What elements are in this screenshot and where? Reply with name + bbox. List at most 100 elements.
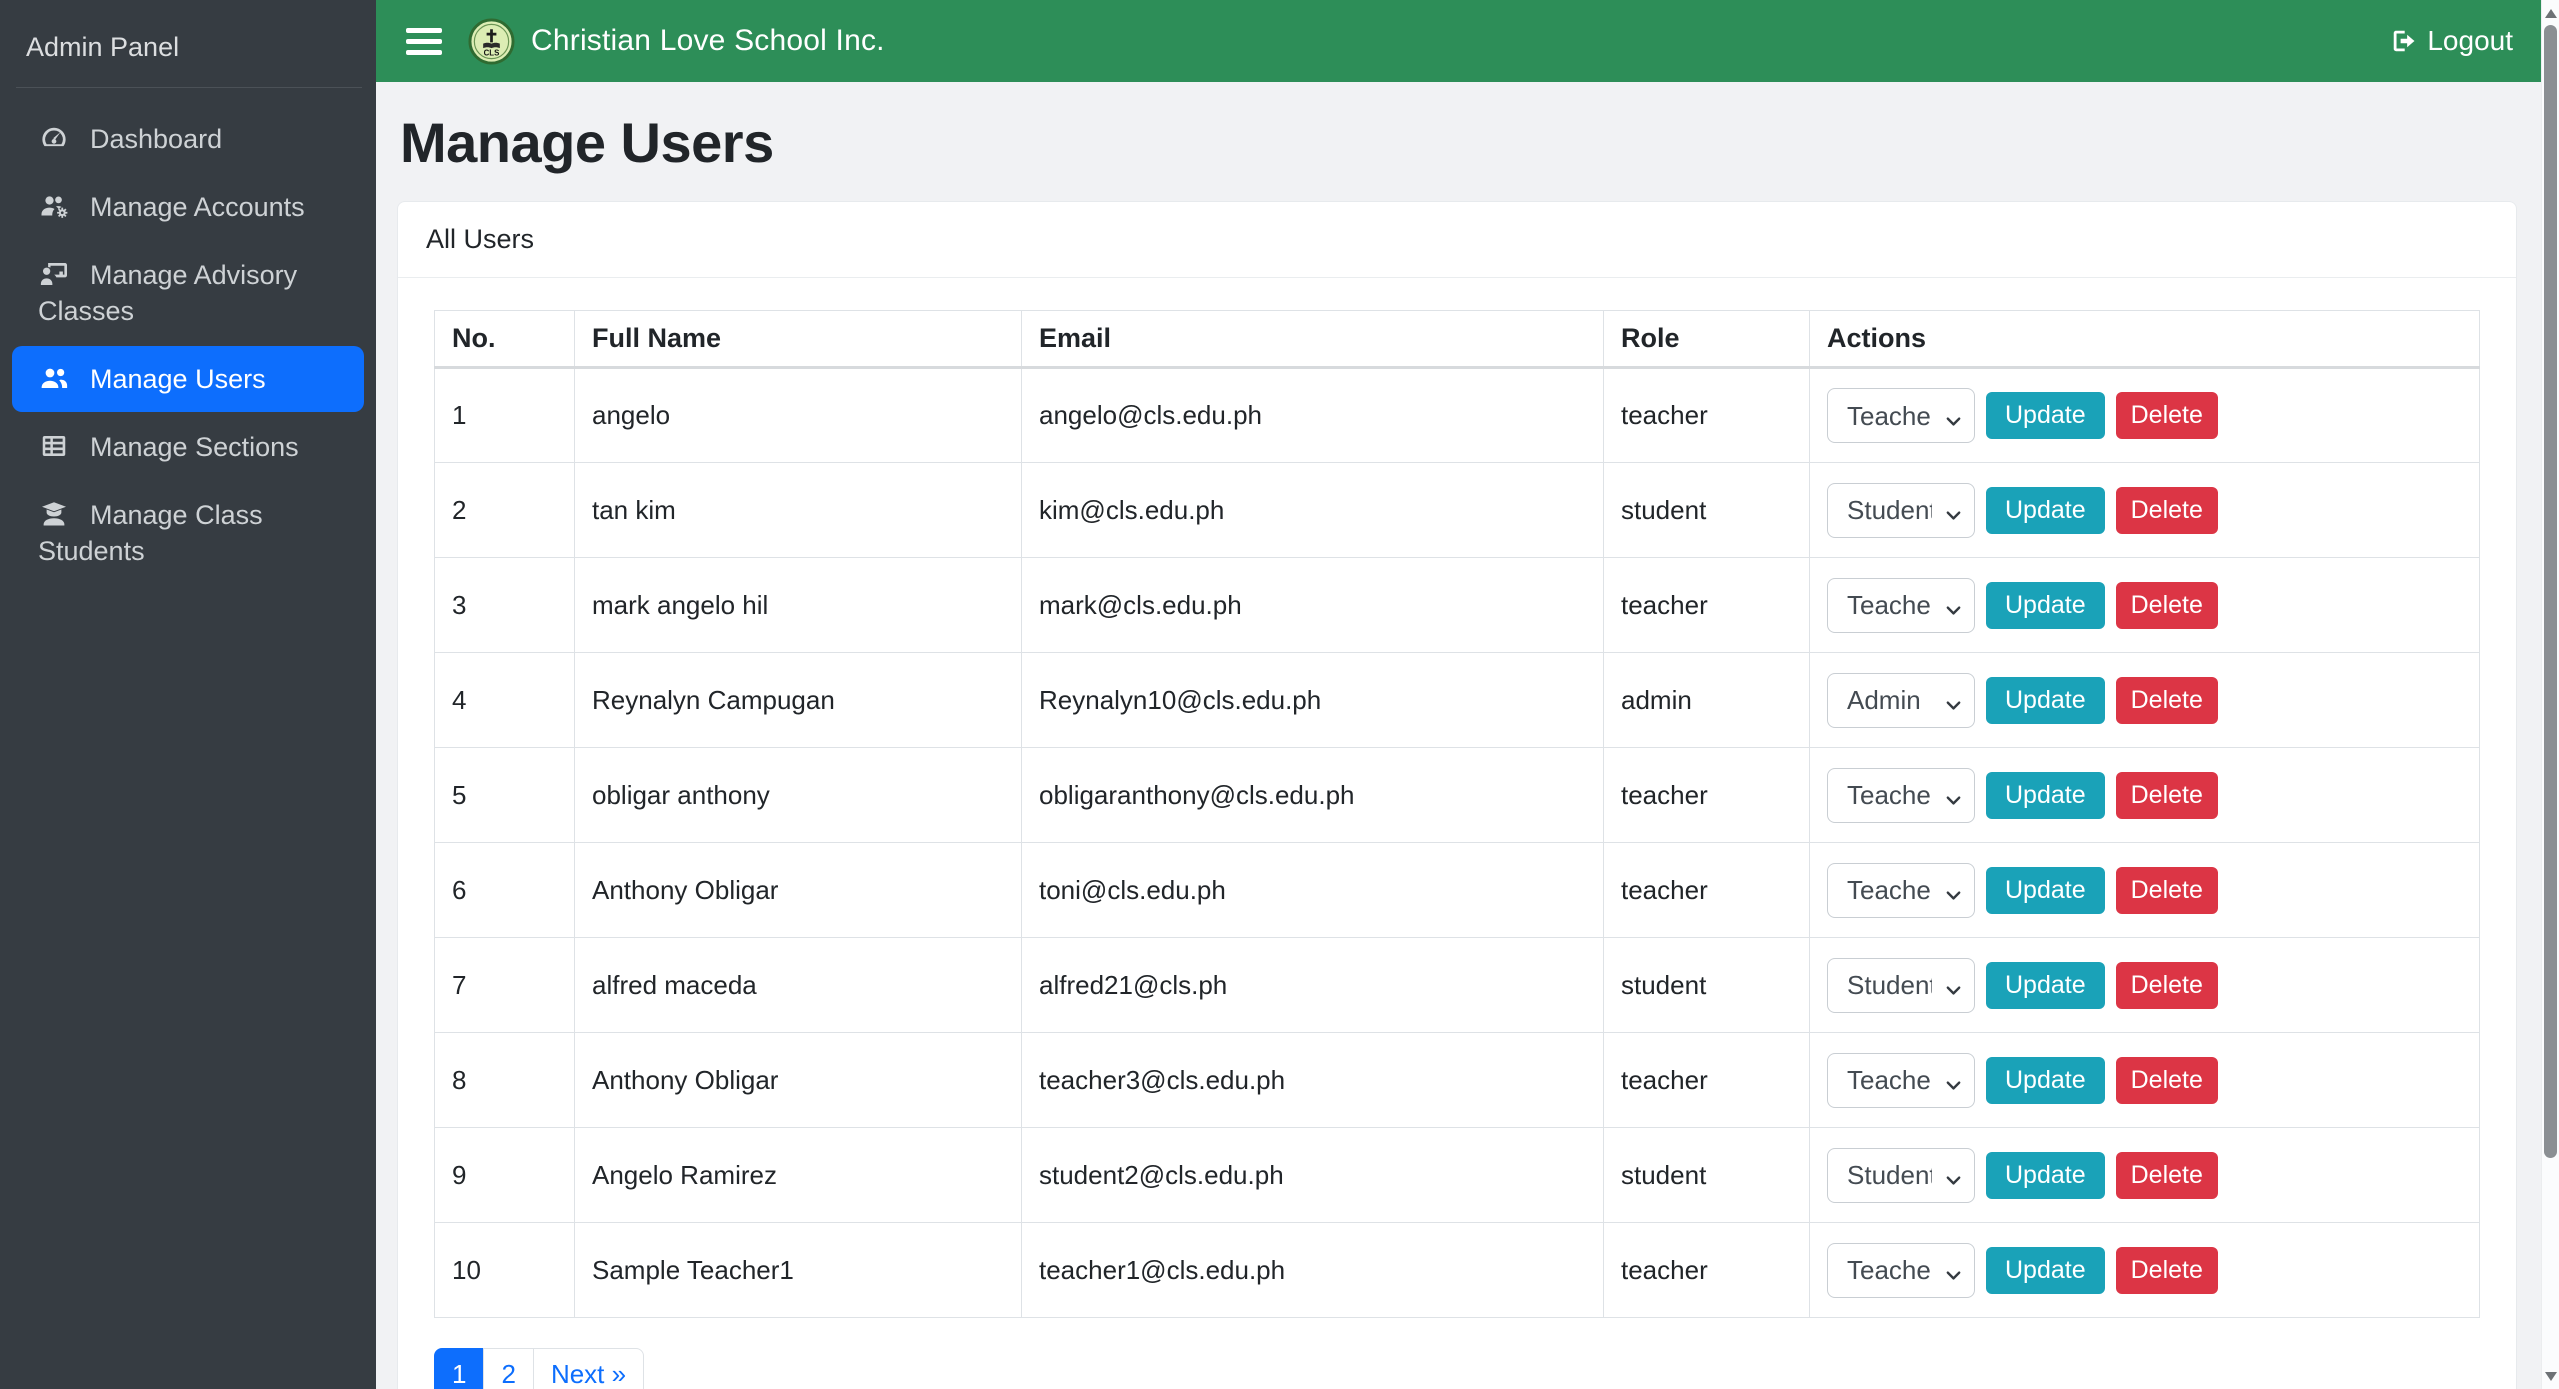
- brand-title: Christian Love School Inc.: [531, 24, 885, 57]
- page-item-next[interactable]: Next »: [532, 1348, 645, 1389]
- cell-email: alfred21@cls.ph: [1021, 937, 1604, 1033]
- cell-no: 9: [434, 1127, 575, 1223]
- table-row: 1 angelo angelo@cls.edu.ph teacher Teach…: [434, 367, 2480, 463]
- cell-email: Reynalyn10@cls.edu.ph: [1021, 652, 1604, 748]
- cell-actions: TeacherStudentAdmin Update Delete: [1809, 557, 2480, 653]
- cell-full-name: Reynalyn Campugan: [574, 652, 1022, 748]
- role-select[interactable]: TeacherStudentAdmin: [1827, 577, 1975, 633]
- cell-role: teacher: [1603, 1222, 1810, 1318]
- card-header: All Users: [398, 202, 2516, 278]
- update-button[interactable]: Update: [1986, 1056, 2105, 1104]
- table-row: 4 Reynalyn Campugan Reynalyn10@cls.edu.p…: [434, 652, 2480, 748]
- update-button[interactable]: Update: [1986, 866, 2105, 914]
- header-actions: Actions: [1809, 310, 2480, 369]
- sidebar-nav: Dashboard Manage Accounts Manage Advisor…: [0, 106, 376, 584]
- delete-button[interactable]: Delete: [2115, 676, 2218, 724]
- role-select[interactable]: TeacherStudentAdmin: [1827, 862, 1975, 918]
- role-select-wrap: TeacherStudentAdmin: [1827, 1147, 1975, 1203]
- svg-text:CLS: CLS: [484, 48, 500, 57]
- tachometer-icon: [38, 123, 72, 153]
- sidebar-item-manage-class-students[interactable]: Manage Class Students: [12, 482, 364, 584]
- cell-actions: TeacherStudentAdmin Update Delete: [1809, 842, 2480, 938]
- user-graduate-icon: [38, 499, 72, 529]
- cell-role: student: [1603, 462, 1810, 558]
- cell-full-name: mark angelo hil: [574, 557, 1022, 653]
- update-button[interactable]: Update: [1986, 1246, 2105, 1294]
- cell-actions: TeacherStudentAdmin Update Delete: [1809, 367, 2480, 463]
- cell-role: student: [1603, 1127, 1810, 1223]
- sidebar-item-dashboard[interactable]: Dashboard: [12, 106, 364, 172]
- role-select-wrap: TeacherStudentAdmin: [1827, 1052, 1975, 1108]
- delete-button[interactable]: Delete: [2115, 392, 2218, 439]
- role-select[interactable]: TeacherStudentAdmin: [1827, 482, 1975, 538]
- sidebar-item-manage-sections[interactable]: Manage Sections: [12, 414, 364, 480]
- update-button[interactable]: Update: [1986, 771, 2105, 819]
- logout-button[interactable]: Logout: [2390, 25, 2513, 57]
- delete-button[interactable]: Delete: [2115, 486, 2218, 534]
- table-row: 3 mark angelo hil mark@cls.edu.ph teache…: [434, 557, 2480, 653]
- sidebar-item-manage-advisory-classes[interactable]: Manage Advisory Classes: [12, 242, 364, 344]
- delete-button[interactable]: Delete: [2115, 866, 2218, 914]
- cell-actions: TeacherStudentAdmin Update Delete: [1809, 1127, 2480, 1223]
- role-select-wrap: TeacherStudentAdmin: [1827, 672, 1975, 728]
- school-logo-icon: CLS: [468, 17, 515, 65]
- role-select[interactable]: TeacherStudentAdmin: [1827, 1147, 1975, 1203]
- cell-full-name: tan kim: [574, 462, 1022, 558]
- update-button[interactable]: Update: [1986, 392, 2105, 439]
- cell-full-name: Anthony Obligar: [574, 1032, 1022, 1128]
- role-select[interactable]: TeacherStudentAdmin: [1827, 1242, 1975, 1298]
- main-area: CLS Christian Love School Inc. Logout Ma…: [376, 0, 2541, 1389]
- cell-actions: TeacherStudentAdmin Update Delete: [1809, 747, 2480, 843]
- delete-button[interactable]: Delete: [2115, 581, 2218, 629]
- menu-icon[interactable]: [406, 27, 442, 55]
- delete-button[interactable]: Delete: [2115, 961, 2218, 1009]
- role-select[interactable]: TeacherStudentAdmin: [1827, 388, 1975, 443]
- role-select-wrap: TeacherStudentAdmin: [1827, 577, 1975, 633]
- cell-actions: TeacherStudentAdmin Update Delete: [1809, 1032, 2480, 1128]
- page-title: Manage Users: [400, 111, 774, 174]
- cell-full-name: Sample Teacher1: [574, 1222, 1022, 1318]
- delete-button[interactable]: Delete: [2115, 771, 2218, 819]
- header-role: Role: [1603, 310, 1810, 369]
- table-row: 9 Angelo Ramirez student2@cls.edu.ph stu…: [434, 1127, 2480, 1223]
- header-no: No.: [434, 310, 575, 369]
- users-table: No. Full Name Email Role Actions 1 angel…: [434, 310, 2480, 1318]
- cell-email: teacher3@cls.edu.ph: [1021, 1032, 1604, 1128]
- page-item-1[interactable]: 1: [434, 1348, 485, 1389]
- update-button[interactable]: Update: [1986, 486, 2105, 534]
- cell-email: obligaranthony@cls.edu.ph: [1021, 747, 1604, 843]
- role-select[interactable]: TeacherStudentAdmin: [1827, 1052, 1975, 1108]
- cell-no: 5: [434, 747, 575, 843]
- table-row: 8 Anthony Obligar teacher3@cls.edu.ph te…: [434, 1032, 2480, 1128]
- table-row: 2 tan kim kim@cls.edu.ph student Teacher…: [434, 462, 2480, 558]
- scrollbar-thumb[interactable]: [2544, 25, 2557, 1158]
- scroll-up-icon[interactable]: [2542, 2, 2559, 24]
- role-select-wrap: TeacherStudentAdmin: [1827, 388, 1975, 443]
- role-select[interactable]: TeacherStudentAdmin: [1827, 672, 1975, 728]
- cell-no: 1: [434, 367, 575, 463]
- sidebar: Admin Panel Dashboard Manage Accounts Ma…: [0, 0, 376, 1389]
- cell-no: 7: [434, 937, 575, 1033]
- delete-button[interactable]: Delete: [2115, 1151, 2218, 1199]
- cell-full-name: Angelo Ramirez: [574, 1127, 1022, 1223]
- update-button[interactable]: Update: [1986, 676, 2105, 724]
- card-body: No. Full Name Email Role Actions 1 angel…: [398, 278, 2516, 1389]
- scroll-down-icon[interactable]: [2542, 1365, 2559, 1387]
- role-select[interactable]: TeacherStudentAdmin: [1827, 957, 1975, 1013]
- scrollbar[interactable]: [2541, 0, 2559, 1389]
- update-button[interactable]: Update: [1986, 581, 2105, 629]
- cell-email: toni@cls.edu.ph: [1021, 842, 1604, 938]
- sidebar-item-manage-users[interactable]: Manage Users: [12, 346, 364, 412]
- cell-actions: TeacherStudentAdmin Update Delete: [1809, 462, 2480, 558]
- cell-no: 6: [434, 842, 575, 938]
- update-button[interactable]: Update: [1986, 1151, 2105, 1199]
- page-item-2[interactable]: 2: [483, 1348, 534, 1389]
- delete-button[interactable]: Delete: [2115, 1246, 2218, 1294]
- cell-actions: TeacherStudentAdmin Update Delete: [1809, 1222, 2480, 1318]
- role-select[interactable]: TeacherStudentAdmin: [1827, 767, 1975, 823]
- update-button[interactable]: Update: [1986, 961, 2105, 1009]
- cell-email: angelo@cls.edu.ph: [1021, 367, 1604, 463]
- sign-out-icon: [2390, 27, 2418, 55]
- sidebar-item-manage-accounts[interactable]: Manage Accounts: [12, 174, 364, 240]
- delete-button[interactable]: Delete: [2115, 1056, 2218, 1104]
